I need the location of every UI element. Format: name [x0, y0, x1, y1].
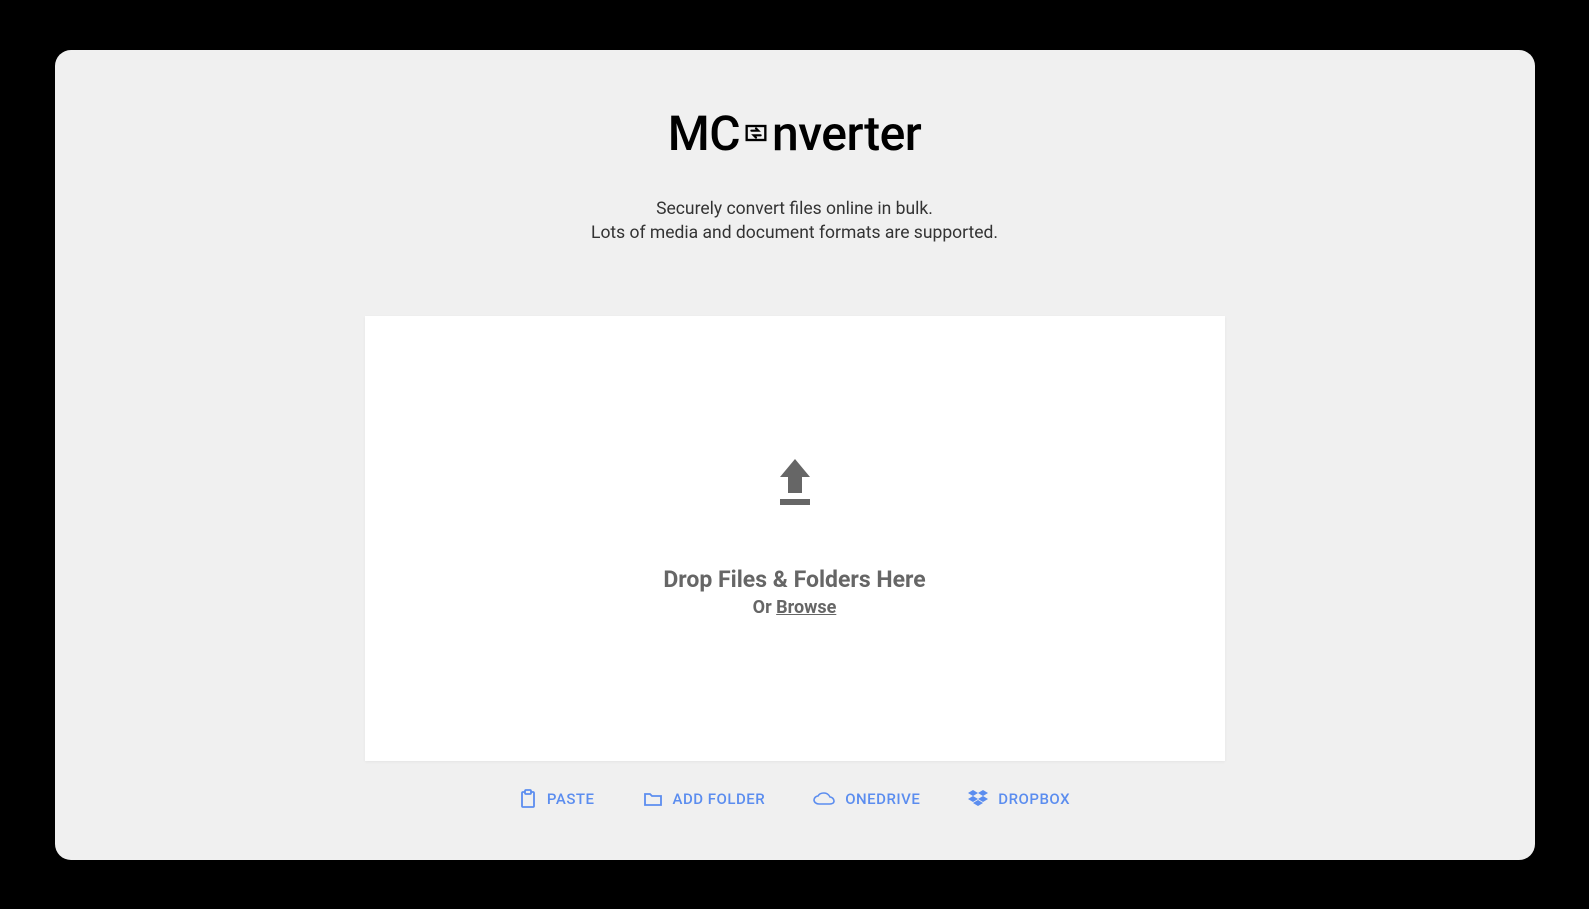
- file-dropzone[interactable]: Drop Files & Folders Here Or Browse: [365, 316, 1225, 761]
- tagline-line1: Securely convert files online in bulk.: [591, 197, 998, 222]
- upload-icon: [772, 459, 818, 511]
- add-folder-button[interactable]: ADD FOLDER: [639, 784, 770, 814]
- onedrive-icon: [813, 792, 835, 806]
- app-logo: MC nverter: [668, 105, 922, 162]
- convert-icon: [742, 119, 770, 147]
- or-browse-text: Or Browse: [753, 597, 837, 618]
- app-window: MC nverter Securely convert files online…: [55, 50, 1535, 860]
- add-folder-label: ADD FOLDER: [673, 790, 766, 808]
- or-label: Or: [753, 597, 776, 618]
- clipboard-icon: [519, 789, 537, 809]
- folder-icon: [643, 791, 663, 807]
- paste-label: PASTE: [547, 790, 595, 808]
- onedrive-button[interactable]: ONEDRIVE: [809, 784, 924, 814]
- browse-link[interactable]: Browse: [776, 597, 836, 618]
- logo-suffix: nverter: [772, 105, 921, 162]
- dropbox-button[interactable]: DROPBOX: [964, 784, 1074, 814]
- tagline: Securely convert files online in bulk. L…: [591, 197, 998, 246]
- tagline-line2: Lots of media and document formats are s…: [591, 221, 998, 246]
- drop-text: Drop Files & Folders Here: [663, 566, 925, 593]
- paste-button[interactable]: PASTE: [515, 783, 599, 815]
- onedrive-label: ONEDRIVE: [845, 790, 920, 808]
- logo-prefix: MC: [668, 105, 740, 162]
- dropbox-label: DROPBOX: [998, 790, 1070, 808]
- action-button-row: PASTE ADD FOLDER ONEDRIVE: [515, 783, 1074, 815]
- dropbox-icon: [968, 790, 988, 808]
